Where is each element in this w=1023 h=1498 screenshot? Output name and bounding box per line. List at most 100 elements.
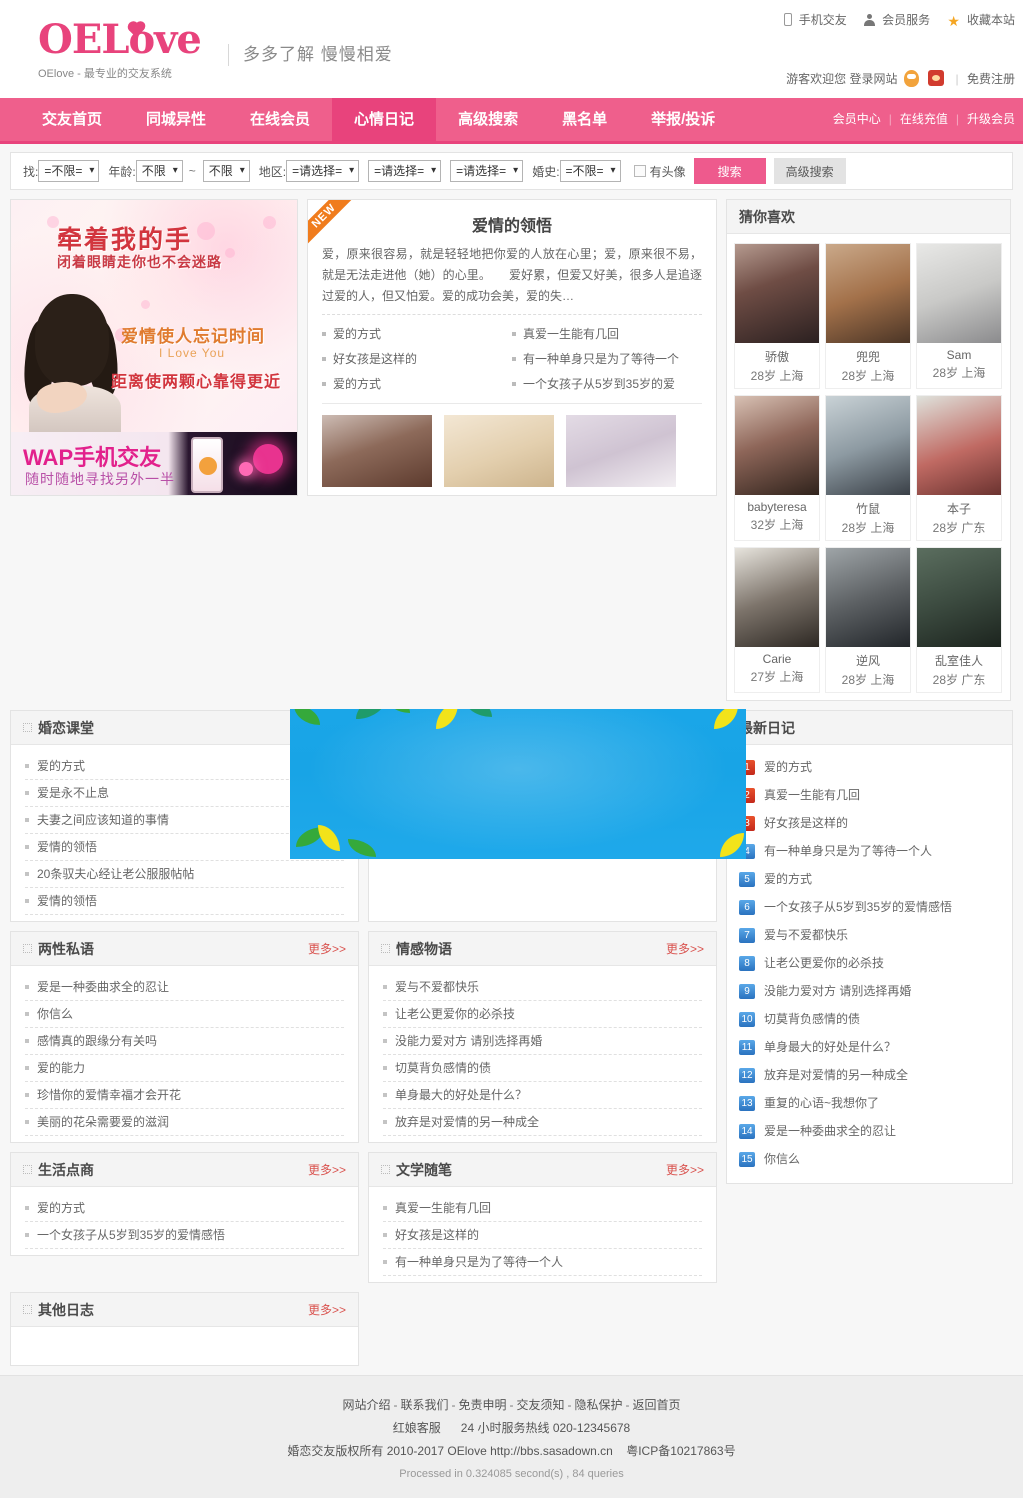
member-card[interactable]: babyteresa 32岁 上海: [734, 395, 820, 541]
footer-link-home[interactable]: 返回首页: [633, 1398, 681, 1412]
list-item[interactable]: 13 重复的心语~我想你了: [739, 1089, 1000, 1117]
list-item[interactable]: 感情真的跟缘分有关吗: [25, 1028, 344, 1055]
list-item[interactable]: 8 让老公更爱你的必杀技: [739, 949, 1000, 977]
nav-item-report[interactable]: 举报/投诉: [629, 98, 737, 141]
list-item[interactable]: 有一种单身只是为了等待一个: [512, 347, 702, 372]
list-item[interactable]: 5 爱的方式: [739, 865, 1000, 893]
list-item[interactable]: 爱情的领悟: [25, 888, 344, 915]
list-item[interactable]: 你信么: [25, 1001, 344, 1028]
checkbox-box-icon[interactable]: [633, 165, 646, 177]
nav-link-upgrade[interactable]: 升级会员: [959, 112, 1023, 126]
list-item[interactable]: 真爱一生能有几回: [512, 322, 702, 347]
list-item[interactable]: 11 单身最大的好处是什么？: [739, 1033, 1000, 1061]
nav-link-recharge[interactable]: 在线充值: [892, 112, 956, 126]
thumbnail-card[interactable]: 爱与不爱都快乐: [444, 415, 554, 495]
list-item[interactable]: 让老公更爱你的必杀技: [383, 1001, 702, 1028]
member-card[interactable]: 逆风 28岁 上海: [825, 547, 911, 693]
list-item[interactable]: 爱的方式: [25, 1195, 344, 1222]
weibo-icon[interactable]: [928, 70, 945, 86]
list-item[interactable]: 美丽的花朵需要爱的滋润: [25, 1109, 344, 1136]
list-item[interactable]: 20条驭夫心经让老公服服帖帖: [25, 861, 344, 888]
list-item[interactable]: 一个女孩子从5岁到35岁的爱情感悟: [25, 1222, 344, 1249]
list-item[interactable]: 爱与不爱都快乐: [383, 974, 702, 1001]
footer-link-notice[interactable]: 交友须知: [517, 1398, 565, 1412]
thumbnail-card[interactable]: 没有物质的婚姻怎: [566, 415, 676, 495]
list-item[interactable]: 12 放弃是对爱情的另一种成全: [739, 1061, 1000, 1089]
nav-item-home[interactable]: 交友首页: [20, 98, 124, 141]
footer-link-about[interactable]: 网站介绍: [342, 1398, 390, 1412]
member-card[interactable]: 竹鼠 28岁 上海: [825, 395, 911, 541]
link-bookmark-site[interactable]: ★ 收藏本站: [947, 11, 1015, 28]
list-item[interactable]: 7 爱与不爱都快乐: [739, 921, 1000, 949]
link-member-service[interactable]: 会员服务: [864, 11, 930, 28]
list-item[interactable]: 爱的方式: [322, 322, 512, 347]
more-link[interactable]: 更多>>: [308, 1153, 346, 1187]
list-item[interactable]: 珍惜你的爱情幸福才会开花: [25, 1082, 344, 1109]
list-item[interactable]: 放弃是对爱情的另一种成全: [383, 1109, 702, 1136]
thumbnail-image[interactable]: [322, 415, 432, 487]
nav-item-mood-diary[interactable]: 心情日记: [332, 98, 437, 141]
list-item[interactable]: 1 爱的方式: [739, 753, 1000, 781]
list-item[interactable]: 没能力爱对方 请别选择再婚: [383, 1028, 702, 1055]
list-item[interactable]: 切莫背负感情的债: [383, 1055, 702, 1082]
login-link[interactable]: 登录网站: [849, 72, 897, 86]
wap-promo[interactable]: WAP手机交友 随时随地寻找另外一半: [11, 432, 297, 495]
select-find[interactable]: =不限=: [38, 160, 100, 182]
select-province[interactable]: =请选择=: [286, 160, 360, 182]
list-item[interactable]: 爱是一种委曲求全的忍让: [25, 974, 344, 1001]
select-marriage[interactable]: =不限=: [559, 160, 621, 182]
list-item[interactable]: 爱的方式: [322, 372, 512, 397]
list-item[interactable]: 14 爱是一种委曲求全的忍让: [739, 1117, 1000, 1145]
list-item[interactable]: 单身最大的好处是什么？: [383, 1082, 702, 1109]
link-bookmark-site-label[interactable]: 收藏本站: [967, 13, 1015, 27]
footer-link-disclaimer[interactable]: 免责申明: [458, 1398, 506, 1412]
list-item[interactable]: 3 好女孩是这样的: [739, 809, 1000, 837]
more-link[interactable]: 更多>>: [308, 1293, 346, 1327]
list-item[interactable]: 好女孩是这样的: [383, 1222, 702, 1249]
nav-item-online-members[interactable]: 在线会员: [228, 98, 332, 141]
nav-item-blacklist[interactable]: 黑名单: [540, 98, 629, 141]
list-item[interactable]: 4 有一种单身只是为了等待一个人: [739, 837, 1000, 865]
member-card[interactable]: 骄傲 28岁 上海: [734, 243, 820, 389]
member-card[interactable]: Carie 27岁 上海: [734, 547, 820, 693]
member-card[interactable]: 本子 28岁 广东: [916, 395, 1002, 541]
more-link[interactable]: 更多>>: [308, 932, 346, 966]
thumbnail-image[interactable]: [444, 415, 554, 487]
thumbnail-caption[interactable]: 爱的方式: [322, 493, 432, 495]
link-mobile-dating[interactable]: 手机交友: [783, 11, 847, 28]
checkbox-has-photo[interactable]: 有头像: [633, 163, 686, 180]
footer-link-contact[interactable]: 联系我们: [400, 1398, 448, 1412]
flash-ad-overlay[interactable]: [290, 709, 746, 859]
featured-article-title[interactable]: 爱情的领悟: [322, 212, 702, 236]
list-item[interactable]: 15 你信么: [739, 1145, 1000, 1173]
thumbnail-caption[interactable]: 没有物质的婚姻怎: [566, 493, 676, 495]
member-card[interactable]: 乱室佳人 28岁 广东: [916, 547, 1002, 693]
list-item[interactable]: 9 没能力爱对方 请别选择再婚: [739, 977, 1000, 1005]
more-link[interactable]: 更多>>: [666, 1153, 704, 1187]
select-age-to[interactable]: 不限: [202, 160, 250, 182]
register-link[interactable]: 免费注册: [967, 72, 1015, 86]
member-card[interactable]: Sam 28岁 上海: [916, 243, 1002, 389]
list-item[interactable]: 6 一个女孩子从5岁到35岁的爱情感悟: [739, 893, 1000, 921]
select-age-from[interactable]: 不限: [135, 160, 183, 182]
link-mobile-dating-label[interactable]: 手机交友: [799, 13, 847, 27]
more-link[interactable]: 更多>>: [666, 932, 704, 966]
footer-link-privacy[interactable]: 隐私保护: [575, 1398, 623, 1412]
nav-item-local-singles[interactable]: 同城异性: [124, 98, 228, 141]
select-district[interactable]: =请选择=: [450, 160, 524, 182]
search-button[interactable]: 搜索: [693, 158, 766, 184]
promo-banner[interactable]: 牵着我的手 闭着眼睛走你也不会迷路 爱情使人忘记时间 I Love You 距离…: [10, 199, 298, 496]
advanced-search-button[interactable]: 高级搜索: [773, 158, 846, 184]
list-item[interactable]: 一个女孩子从5岁到35岁的爱: [512, 372, 702, 397]
list-item[interactable]: 好女孩是这样的: [322, 347, 512, 372]
thumbnail-card[interactable]: 爱的方式: [322, 415, 432, 495]
nav-link-member-center[interactable]: 会员中心: [825, 112, 889, 126]
list-item[interactable]: 有一种单身只是为了等待一个人: [383, 1249, 702, 1276]
list-item[interactable]: 10 切莫背负感情的债: [739, 1005, 1000, 1033]
member-card[interactable]: 兜兜 28岁 上海: [825, 243, 911, 389]
thumbnail-image[interactable]: [566, 415, 676, 487]
qq-icon[interactable]: [903, 70, 919, 87]
thumbnail-caption[interactable]: 爱与不爱都快乐: [444, 493, 554, 495]
list-item[interactable]: 爱的能力: [25, 1055, 344, 1082]
link-member-service-label[interactable]: 会员服务: [882, 13, 930, 27]
